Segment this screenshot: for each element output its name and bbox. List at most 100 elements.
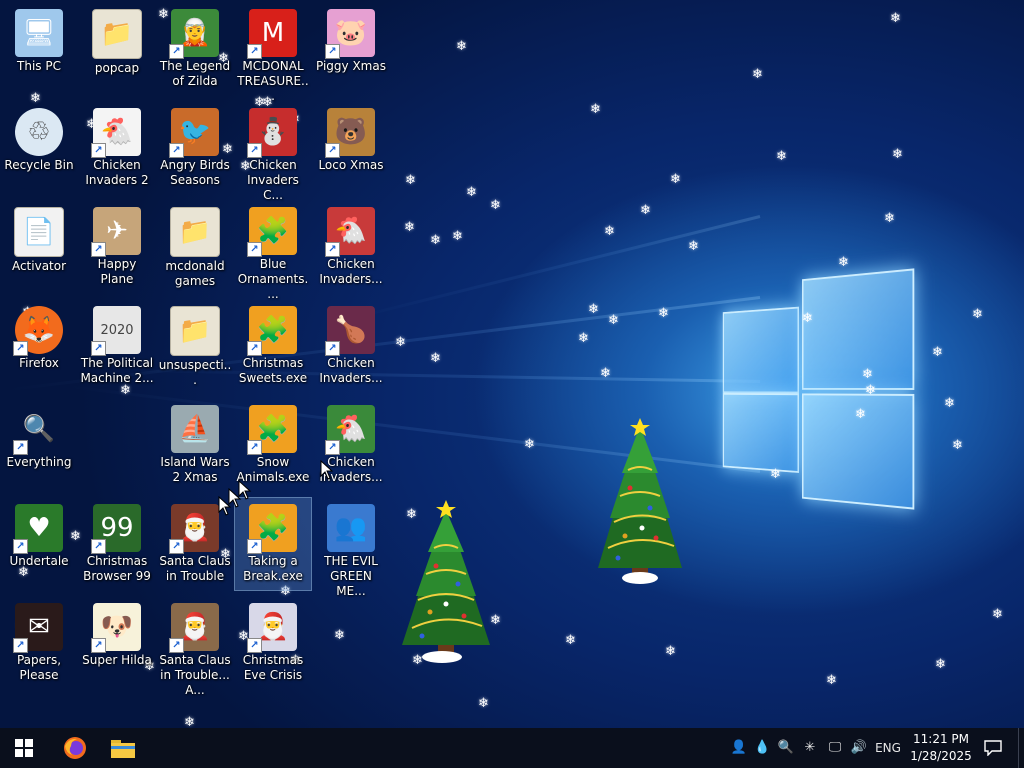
snowflake-icon: ❄ [952, 438, 963, 453]
desktop-icon[interactable]: 🐦 ↗ Angry Birds Seasons [157, 102, 233, 194]
snowflake-icon: ❄ [590, 102, 601, 117]
desktop-icon[interactable]: 🐷 ↗ Piggy Xmas [313, 3, 389, 95]
desktop-icon[interactable]: 🧝 ↗ The Legend of Zilda [157, 3, 233, 95]
snowflake-icon: ❄ [452, 229, 463, 244]
desktop-icon[interactable]: 2020 ↗ The Political Machine 2... [79, 300, 155, 392]
file-explorer-taskbar-button[interactable] [100, 728, 146, 768]
shortcut-arrow-icon: ↗ [91, 143, 106, 158]
desktop-icon-label: Everything [6, 455, 72, 469]
desktop-icon-label: Piggy Xmas [316, 59, 386, 73]
desktop-icon-label: Chicken Invaders... [319, 356, 383, 385]
snowflake-icon: ❄ [412, 653, 423, 668]
game-icon: 👥 [327, 504, 375, 552]
desktop-icon-label: unsuspecti... [158, 358, 232, 387]
language-indicator[interactable]: ENG [872, 739, 904, 757]
game-icon: ⛄ ↗ [247, 108, 297, 158]
desktop-icon[interactable]: ♥ ↗ Undertale [1, 498, 77, 590]
shortcut-arrow-icon: ↗ [247, 143, 262, 158]
desktop-wallpaper[interactable]: ❄ ❄ ❄ ❄ ❄ ❄ ❄ ❄ ❄ ❄ ❄ ❄ ❄ ❄ ❄ ❄ ❄ ❄ ❄ ❄ ❄ ❄ ❄ ❄ ❄ ❄ ❄ ❄ ❄ ❄ ❄ ❄ ❄ ❄ ❄ ❄ ❄ ❄ ❄ ❄… [0, 0, 1024, 768]
desktop-icon-label: Activator [11, 259, 67, 273]
desktop-icon[interactable]: 🐻 ↗ Loco Xmas [313, 102, 389, 194]
icon-glyph: ♲ [27, 117, 51, 147]
desktop-icon-label: Super Hilda [82, 653, 152, 667]
snowflake-icon: ❄ [406, 507, 417, 522]
desktop-icon[interactable]: 🐔 ↗ Chicken Invaders 2 [79, 102, 155, 194]
desktop-icon[interactable]: ✈ ↗ Happy Plane [79, 201, 155, 293]
snowflake-icon: ❄ [600, 366, 611, 381]
desktop-icon[interactable]: 📁 mcdonald games [157, 201, 233, 293]
desktop-icon[interactable]: 🎅 ↗ Christmas Eve Crisis [235, 597, 311, 689]
desktop-icon[interactable]: 🧩 ↗ Taking a Break.exe [234, 497, 312, 591]
desktop-icon[interactable]: ⛄ ↗ Chicken Invaders C... [235, 102, 311, 202]
network-tray-icon[interactable]: 🖵 [825, 739, 845, 757]
desktop-icon[interactable]: 🎅 ↗ Santa Claus in Trouble... A... [157, 597, 233, 697]
snowflake-icon: ❄ [404, 220, 415, 235]
desktop-icon[interactable]: 🦊 ↗ Firefox [1, 300, 77, 392]
desktop-icon[interactable]: 🐔 ↗ Chicken Invaders... [313, 201, 389, 293]
mouse-cursor-icon [228, 488, 242, 508]
desktop-icon-label: Undertale [9, 554, 69, 568]
shortcut-arrow-icon: ↗ [247, 440, 262, 455]
desktop-icon[interactable]: ⛵ Island Wars 2 Xmas [157, 399, 233, 491]
action-center-button[interactable] [976, 728, 1010, 768]
game-icon: 🐷 ↗ [325, 9, 375, 59]
shortcut-arrow-icon: ↗ [13, 440, 28, 455]
desktop-icon-label: Recycle Bin [4, 158, 74, 172]
desktop-icon-label: MCDONAL TREASURE... [237, 59, 309, 103]
christmas-tree [402, 500, 490, 663]
desktop-icon[interactable]: 99 ↗ Christmas Browser 99 [79, 498, 155, 590]
desktop-icon[interactable]: 🧩 ↗ Snow Animals.exe [235, 399, 311, 491]
desktop-icon-label: This PC [17, 59, 61, 73]
shortcut-arrow-icon: ↗ [169, 44, 184, 59]
desktop-icon[interactable]: 🔍 ↗ Everything [1, 399, 77, 491]
icon-glyph: 📁 [178, 316, 212, 346]
desktop-icon[interactable]: 🖥 This PC [1, 3, 77, 95]
firefox-icon: 🦊 ↗ [13, 306, 63, 356]
snowflake-icon: ❄ [466, 185, 477, 200]
desktop-icon[interactable]: M ↗ MCDONAL TREASURE... [235, 3, 311, 103]
water-drop-tray-icon[interactable]: 💧 [754, 739, 770, 757]
shortcut-arrow-icon: ↗ [91, 638, 106, 653]
start-button[interactable] [0, 728, 48, 768]
snowflake-icon: ❄ [838, 255, 849, 270]
snowflake-icon: ❄ [770, 467, 781, 482]
light-ray [332, 215, 761, 325]
game-icon: 🧩 ↗ [247, 306, 297, 356]
snowflake-icon: ❄ [334, 628, 345, 643]
game-icon: 🧝 ↗ [169, 9, 219, 59]
desktop-icon[interactable]: ✉ ↗ Papers, Please [1, 597, 77, 689]
game-icon: 🧩 ↗ [247, 504, 297, 554]
desktop-icon[interactable]: 👥 THE EVIL GREEN ME... [313, 498, 389, 598]
desktop-icon[interactable]: 🧩 ↗ Blue Ornaments.... [235, 201, 311, 301]
desktop-icon[interactable]: 🍗 ↗ Chicken Invaders... [313, 300, 389, 392]
desktop-icon[interactable]: 📁 popcap [79, 3, 155, 95]
snowflake-icon: ❄ [972, 307, 983, 322]
windows-start-icon [15, 739, 33, 757]
shortcut-arrow-icon: ↗ [169, 143, 184, 158]
system-clock[interactable]: 11:21 PM 1/28/2025 [906, 731, 976, 765]
desktop-icon-label: Christmas Browser 99 [83, 554, 151, 583]
desktop-icon[interactable]: ♲ Recycle Bin [1, 102, 77, 194]
game-icon: 🍗 ↗ [325, 306, 375, 356]
everything-search-tray-icon[interactable]: 🔍 [777, 739, 795, 757]
shortcut-arrow-icon: ↗ [91, 539, 106, 554]
game-icon: 🐦 ↗ [169, 108, 219, 158]
firefox-taskbar-button[interactable] [52, 728, 98, 768]
show-desktop-button[interactable] [1018, 728, 1024, 768]
game-icon: ✈ ↗ [91, 207, 141, 257]
snowflake-icon: ❄ [640, 203, 651, 218]
snowflake-tray-icon[interactable]: ✳ [801, 739, 819, 757]
desktop-icon[interactable]: 🐶 ↗ Super Hilda [79, 597, 155, 689]
game-icon: ⛵ [171, 405, 219, 453]
desktop-icon-label: Taking a Break.exe [243, 554, 303, 583]
desktop-icon-label: mcdonald games [165, 259, 225, 288]
snowflake-icon: ❄ [862, 367, 873, 382]
network-user-tray-icon[interactable]: 👤 [730, 739, 748, 757]
volume-tray-icon[interactable]: 🔊 [849, 739, 869, 757]
shortcut-arrow-icon: ↗ [247, 638, 262, 653]
snowflake-icon: ❄ [935, 657, 946, 672]
desktop-icon[interactable]: 📄 Activator [1, 201, 77, 293]
desktop-icon[interactable]: 🧩 ↗ Christmas Sweets.exe [235, 300, 311, 392]
desktop-icon[interactable]: 📁 unsuspecti... [157, 300, 233, 392]
computer-icon: 🖥 [15, 9, 63, 57]
